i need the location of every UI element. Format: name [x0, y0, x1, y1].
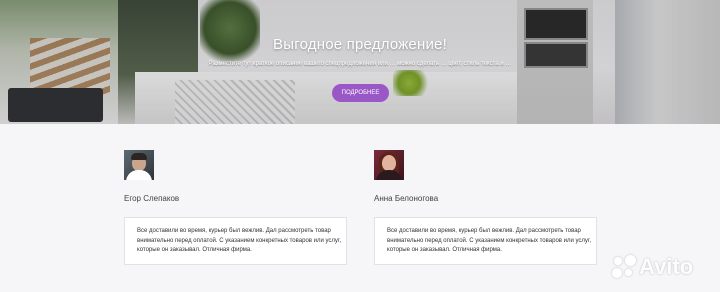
hero-title: Выгодное предложение!: [273, 36, 447, 53]
hero-banner: Выгодное предложение! Разместите тут кра…: [0, 0, 720, 124]
reviewer-name: Анна Белоногова: [374, 194, 439, 203]
reviewer-name: Егор Слепаков: [124, 194, 180, 203]
more-details-button[interactable]: ПОДРОБНЕЕ: [332, 84, 389, 102]
hero-description: Разместите тут краткое описание вашего с…: [208, 61, 512, 67]
testimonial-text: Все доставили во время, курьер был вежли…: [387, 228, 592, 253]
avatar: [374, 150, 404, 180]
testimonial-card: Все доставили во время, курьер был вежли…: [124, 217, 347, 265]
testimonial-text: Все доставили во время, курьер был вежли…: [137, 228, 342, 253]
avito-logo-icon: [612, 255, 636, 279]
watermark-text: Avito: [639, 254, 694, 279]
avatar: [124, 150, 154, 180]
testimonial-card: Все доставили во время, курьер был вежли…: [374, 217, 597, 265]
avito-watermark: Avito: [612, 250, 712, 284]
